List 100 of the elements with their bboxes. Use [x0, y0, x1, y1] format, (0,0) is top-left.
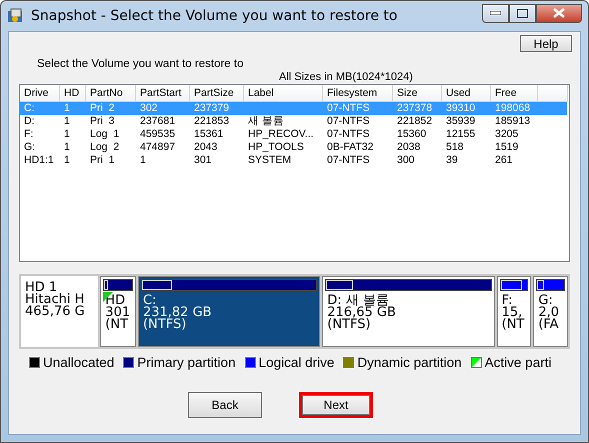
table-cell-text: HD1:1 — [23, 154, 55, 167]
table-cell-text: 459535 — [139, 128, 176, 141]
table-cell-text: D: — [23, 115, 36, 128]
partition-label: 216,65 GB — [327, 307, 397, 319]
disk-label: Hitachi H — [25, 294, 86, 306]
table-cell-text: HP_TOOLS — [247, 141, 305, 154]
help-button[interactable]: Help — [520, 35, 572, 52]
partition-label: (NTFS) — [327, 319, 371, 331]
table-cell-text: 261 — [494, 154, 514, 167]
table-cell-text: 1519 — [494, 141, 520, 154]
partition-label: 301 — [105, 307, 131, 319]
table-cell-text: 300 — [396, 154, 416, 167]
partition-block[interactable]: D: 새 볼륨 216,65 GB (NTFS) — [322, 276, 495, 347]
table-cell-text: Pri 1 — [89, 154, 116, 167]
table-row[interactable]: F: 1 Log 1 459535 15361 HP_RECOV... 07-NTFS 15360 12155 3205 — [20, 128, 567, 141]
column-header[interactable]: PartNo — [86, 85, 136, 102]
column-header[interactable]: Free — [491, 85, 538, 102]
legend-label: Unallocated — [43, 355, 114, 370]
table-cell-text: 1 — [63, 141, 71, 154]
column-header[interactable]: Drive — [20, 85, 60, 102]
partition-label: D: 새 볼륨 — [327, 295, 389, 307]
nav-button[interactable]: Next — [299, 392, 373, 418]
table-row[interactable]: HD1:1 1 Pri 1 1 301 SYSTEM 07-NTFS 300 39 261 — [20, 154, 567, 167]
partition-label: 15, — [502, 307, 522, 319]
table-cell-text: 1 — [63, 154, 71, 167]
table-cell-text: 07-NTFS — [326, 154, 371, 167]
column-header[interactable]: Filesystem — [323, 85, 393, 102]
table-cell-text: 302 — [139, 102, 159, 115]
table-cell-text: 301 — [193, 154, 213, 167]
minimize-button[interactable] — [482, 4, 509, 22]
partition-block[interactable]: G: 2,0 (FA — [533, 276, 568, 347]
table-cell-text: Log 1 — [89, 128, 120, 141]
table-cell-text: 237379 — [193, 102, 230, 115]
app-icon — [7, 8, 25, 24]
instruction-text: Select the Volume you want to restore to — [37, 58, 244, 70]
table-cell-text: 237681 — [139, 115, 176, 128]
table-cell-text: 221852 — [396, 115, 434, 128]
table-cell-text: 07-NTFS — [326, 102, 371, 115]
table-row[interactable]: D: 1 Pri 3 237681 221853 새 볼륨 07-NTFS 221852 35939 185913 — [20, 115, 567, 128]
table-cell-text: 39 — [445, 154, 459, 167]
column-header[interactable]: Used — [442, 85, 491, 102]
maximize-button[interactable] — [509, 4, 536, 22]
units-note: All Sizes in MB(1024*1024) — [279, 71, 414, 83]
column-header[interactable]: PartStart — [136, 85, 190, 102]
table-cell-text: Pri 2 — [89, 102, 116, 115]
table-cell-text: 237378 — [396, 102, 434, 115]
maximize-icon — [517, 8, 528, 18]
column-header[interactable]: HD — [60, 85, 86, 102]
table-cell-text: 39310 — [445, 102, 476, 115]
partition-label: (FA — [538, 319, 560, 331]
legend-label: Primary partition — [137, 355, 236, 370]
partition-label: G: — [538, 295, 553, 307]
table-cell-text: C: — [23, 102, 36, 115]
table-cell-text: 474897 — [139, 141, 176, 154]
partition-block[interactable]: F: 15, (NT — [496, 276, 532, 347]
table-cell-text: 2038 — [396, 141, 422, 154]
table-cell-text: 07-NTFS — [326, 115, 371, 128]
window-title: Snapshot - Select the Volume you want to restore to — [31, 8, 398, 24]
close-button[interactable] — [536, 4, 582, 22]
table-cell-text: 15360 — [396, 128, 428, 141]
table-cell-text: 07-NTFS — [326, 128, 371, 141]
table-cell-text: 185913 — [494, 115, 532, 128]
legend-label: Dynamic partition — [357, 355, 462, 370]
partition-label: 2,0 — [538, 307, 560, 319]
table-cell-text: F: — [23, 128, 34, 141]
table-cell-text: 새 볼륨 — [247, 115, 285, 128]
table-cell-text: HP_RECOV... — [247, 128, 315, 141]
table-cell-text: 2043 — [193, 141, 218, 154]
partition-label: F: — [502, 295, 512, 307]
table-cell-text: 35939 — [445, 115, 476, 128]
table-cell-text: 12155 — [445, 128, 476, 141]
nav-button[interactable]: Back — [188, 392, 262, 418]
table-cell-text: 15361 — [193, 128, 224, 141]
column-header[interactable]: Label — [244, 85, 323, 102]
table-cell-text: 1 — [139, 154, 147, 167]
table-cell-text: 198068 — [494, 102, 532, 115]
legend-label: Active parti — [484, 355, 552, 370]
partition-label: C: — [142, 295, 156, 307]
table-cell-text: Log 2 — [89, 141, 120, 154]
table-row[interactable]: G: 1 Log 2 474897 2043 HP_TOOLS 0B-FAT32 2038 518 1519 — [20, 141, 567, 154]
table-cell-text: SYSTEM — [247, 154, 292, 167]
close-icon — [553, 8, 565, 18]
column-header — [538, 85, 568, 102]
table-cell-text: Pri 3 — [89, 115, 116, 128]
table-cell-text: 1 — [63, 115, 71, 128]
partition-block[interactable]: C: 231,82 GB (NTFS) — [138, 276, 320, 347]
partition-label: 231,82 GB — [142, 307, 213, 319]
partition-label: (NTFS) — [142, 319, 186, 331]
table-cell-text: 1 — [63, 102, 71, 115]
table-cell-text: G: — [23, 141, 36, 154]
column-header[interactable]: PartSize — [190, 85, 244, 102]
table-cell-text: 221853 — [193, 115, 230, 128]
partition-label: (NT — [502, 319, 526, 331]
table-cell-text: 1 — [63, 128, 71, 141]
table-cell-text: 0B-FAT32 — [326, 141, 374, 154]
disk-label: 465,76 G — [25, 306, 86, 318]
table-cell-text: 3205 — [494, 128, 520, 141]
partition-label: (NT — [105, 319, 130, 331]
minimize-icon — [490, 11, 501, 15]
column-header[interactable]: Size — [393, 85, 442, 102]
